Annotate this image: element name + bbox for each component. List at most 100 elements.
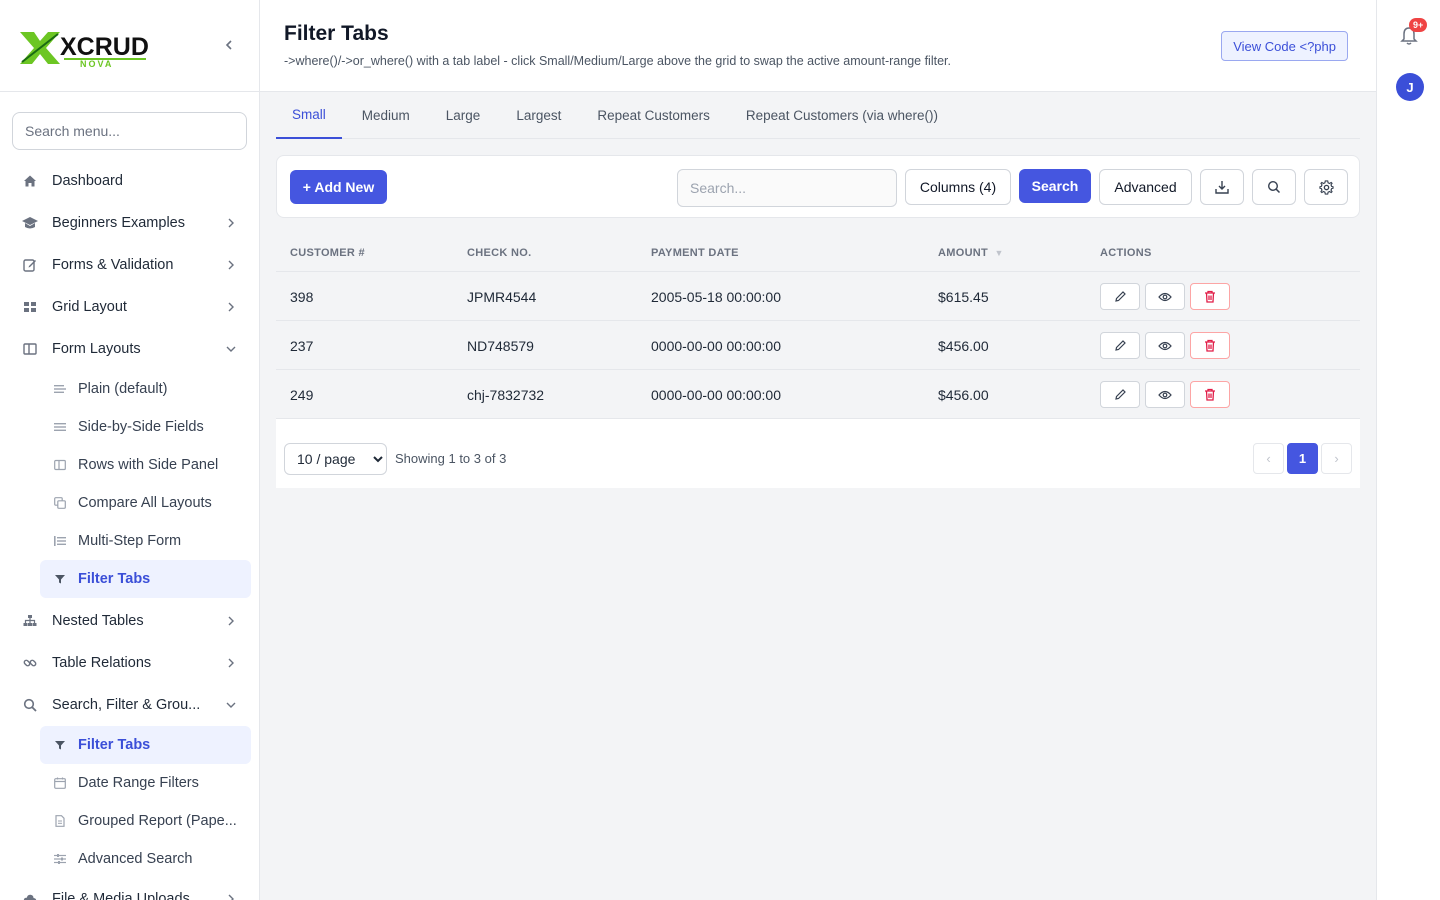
file-icon <box>54 815 66 827</box>
sidebar-search-input[interactable] <box>12 112 247 150</box>
sidebar-item-label: Dashboard <box>52 173 123 189</box>
trash-icon <box>1205 339 1215 352</box>
sidebar-subitem-grouped-report[interactable]: Grouped Report (Pape... <box>0 802 251 840</box>
sidebar-item-form-layouts[interactable]: Form Layouts <box>0 328 259 370</box>
download-icon <box>1215 181 1229 194</box>
page-1-button[interactable]: 1 <box>1287 443 1318 474</box>
filter-tabs: Small Medium Large Largest Repeat Custom… <box>276 92 1360 139</box>
cell-check-no: ND748579 <box>467 337 534 354</box>
main-content: Small Medium Large Largest Repeat Custom… <box>260 92 1376 900</box>
sidebar-item-nested-tables[interactable]: Nested Tables <box>0 600 259 642</box>
add-new-button[interactable]: + Add New <box>290 170 387 204</box>
table-row: 249 chj-7832732 0000-00-00 00:00:00 $456… <box>276 370 1360 419</box>
column-header-amount[interactable]: AMOUNT ▼ <box>938 247 1004 259</box>
view-button[interactable] <box>1145 283 1185 310</box>
search-icon <box>1267 180 1281 194</box>
collapse-sidebar-button[interactable] <box>220 36 238 54</box>
sidebar-item-label: Table Relations <box>52 655 152 671</box>
columns-button[interactable]: Columns (4) <box>905 169 1011 205</box>
cell-check-no: JPMR4544 <box>467 288 537 305</box>
tab-largest[interactable]: Largest <box>500 92 577 139</box>
sidebar-subitem-label: Filter Tabs <box>78 737 151 753</box>
sidebar-subitem-label: Advanced Search <box>78 851 193 867</box>
sidebar-item-label: Beginners Examples <box>52 215 185 231</box>
column-header-payment-date[interactable]: PAYMENT DATE <box>651 247 739 259</box>
columns-icon <box>22 341 38 357</box>
graduation-cap-icon <box>22 215 38 231</box>
cell-customer: 398 <box>290 288 314 305</box>
cloud-upload-icon <box>22 891 38 900</box>
sidebar-subitem-side-by-side[interactable]: Side-by-Side Fields <box>0 408 251 446</box>
page-header: Filter Tabs ->where()/->or_where() with … <box>260 0 1376 92</box>
grid-search-input[interactable] <box>677 169 897 207</box>
right-rail: 9+ J <box>1376 0 1440 900</box>
sidebar-subitem-multi-step[interactable]: Multi-Step Form <box>0 522 251 560</box>
edit-button[interactable] <box>1100 381 1140 408</box>
grid-icon <box>22 299 38 315</box>
chevron-right-icon <box>228 894 234 900</box>
eye-icon <box>1158 341 1172 350</box>
tab-repeat-customers-where[interactable]: Repeat Customers (via where()) <box>730 92 954 139</box>
view-code-button[interactable]: View Code <?php <box>1221 31 1348 61</box>
pencil-icon <box>1114 389 1126 400</box>
sidebar-subitem-plain[interactable]: Plain (default) <box>0 370 251 408</box>
tab-medium[interactable]: Medium <box>346 92 426 139</box>
sidebar-subitem-compare-layouts[interactable]: Compare All Layouts <box>0 484 251 522</box>
sidebar-subitem-filter-tabs[interactable]: Filter Tabs <box>40 560 251 598</box>
svg-text:XCRUD: XCRUD <box>60 33 148 61</box>
sidebar-nav: Dashboard Beginners Examples Forms & Val… <box>0 160 259 900</box>
sidebar-item-dashboard[interactable]: Dashboard <box>0 160 259 202</box>
pagination-bar: 10 / page Showing 1 to 3 of 3 ‹ 1 › <box>276 419 1360 488</box>
advanced-button[interactable]: Advanced <box>1099 169 1192 205</box>
sidebar-subitem-filter-tabs-2[interactable]: Filter Tabs <box>40 726 251 764</box>
sidebar-item-label: Form Layouts <box>52 341 141 357</box>
avatar[interactable]: J <box>1396 73 1424 101</box>
chevron-right-icon <box>228 302 234 312</box>
edit-button[interactable] <box>1100 283 1140 310</box>
column-header-check-no[interactable]: CHECK NO. <box>467 247 531 259</box>
delete-button[interactable] <box>1190 283 1230 310</box>
delete-button[interactable] <box>1190 381 1230 408</box>
sidebar: XCRUD NOVA Dashboard Beginners Examples … <box>0 0 260 900</box>
chevron-right-icon <box>228 260 234 270</box>
gear-icon <box>1318 179 1334 195</box>
sidebar-item-label: Grid Layout <box>52 299 127 315</box>
sidebar-subitem-label: Date Range Filters <box>78 775 199 791</box>
chevron-down-icon <box>226 346 236 352</box>
sidebar-subitem-advanced-search[interactable]: Advanced Search <box>0 840 251 878</box>
column-header-customer[interactable]: CUSTOMER # <box>290 247 365 259</box>
sort-desc-icon: ▼ <box>994 248 1004 258</box>
sidebar-item-forms-validation[interactable]: Forms & Validation <box>0 244 259 286</box>
next-page-button[interactable]: › <box>1321 443 1352 474</box>
search-button[interactable]: Search <box>1019 169 1091 203</box>
export-button[interactable] <box>1200 169 1244 205</box>
view-button[interactable] <box>1145 381 1185 408</box>
sidebar-item-grid-layout[interactable]: Grid Layout <box>0 286 259 328</box>
delete-button[interactable] <box>1190 332 1230 359</box>
edit-button[interactable] <box>1100 332 1140 359</box>
settings-button[interactable] <box>1304 169 1348 205</box>
per-page-select[interactable]: 10 / page <box>284 443 387 475</box>
trash-icon <box>1205 290 1215 303</box>
bars-icon <box>54 421 66 433</box>
chevron-right-icon <box>228 616 234 626</box>
column-header-actions: ACTIONS <box>1100 247 1152 259</box>
sidebar-item-file-media-uploads[interactable]: File & Media Uploads <box>0 878 259 900</box>
sidebar-item-beginners-examples[interactable]: Beginners Examples <box>0 202 259 244</box>
sidebar-subitem-date-range[interactable]: Date Range Filters <box>0 764 251 802</box>
sidebar-item-search-filter[interactable]: Search, Filter & Grou... <box>0 684 259 726</box>
tab-small[interactable]: Small <box>276 92 342 139</box>
grid-toolbar: + Add New Columns (4) Search Advanced <box>276 155 1360 218</box>
sidebar-item-table-relations[interactable]: Table Relations <box>0 642 259 684</box>
sidebar-item-label: Search, Filter & Grou... <box>52 697 201 713</box>
chevron-down-icon <box>226 702 236 708</box>
prev-page-button[interactable]: ‹ <box>1253 443 1284 474</box>
xcrud-logo: XCRUD NOVA <box>20 32 148 68</box>
tab-repeat-customers[interactable]: Repeat Customers <box>581 92 726 139</box>
toggle-search-button[interactable] <box>1252 169 1296 205</box>
column-header-amount-label: AMOUNT <box>938 247 989 259</box>
tab-large[interactable]: Large <box>430 92 497 139</box>
view-button[interactable] <box>1145 332 1185 359</box>
sidebar-subitem-rows-side-panel[interactable]: Rows with Side Panel <box>0 446 251 484</box>
sidebar-item-label: Nested Tables <box>52 613 144 629</box>
